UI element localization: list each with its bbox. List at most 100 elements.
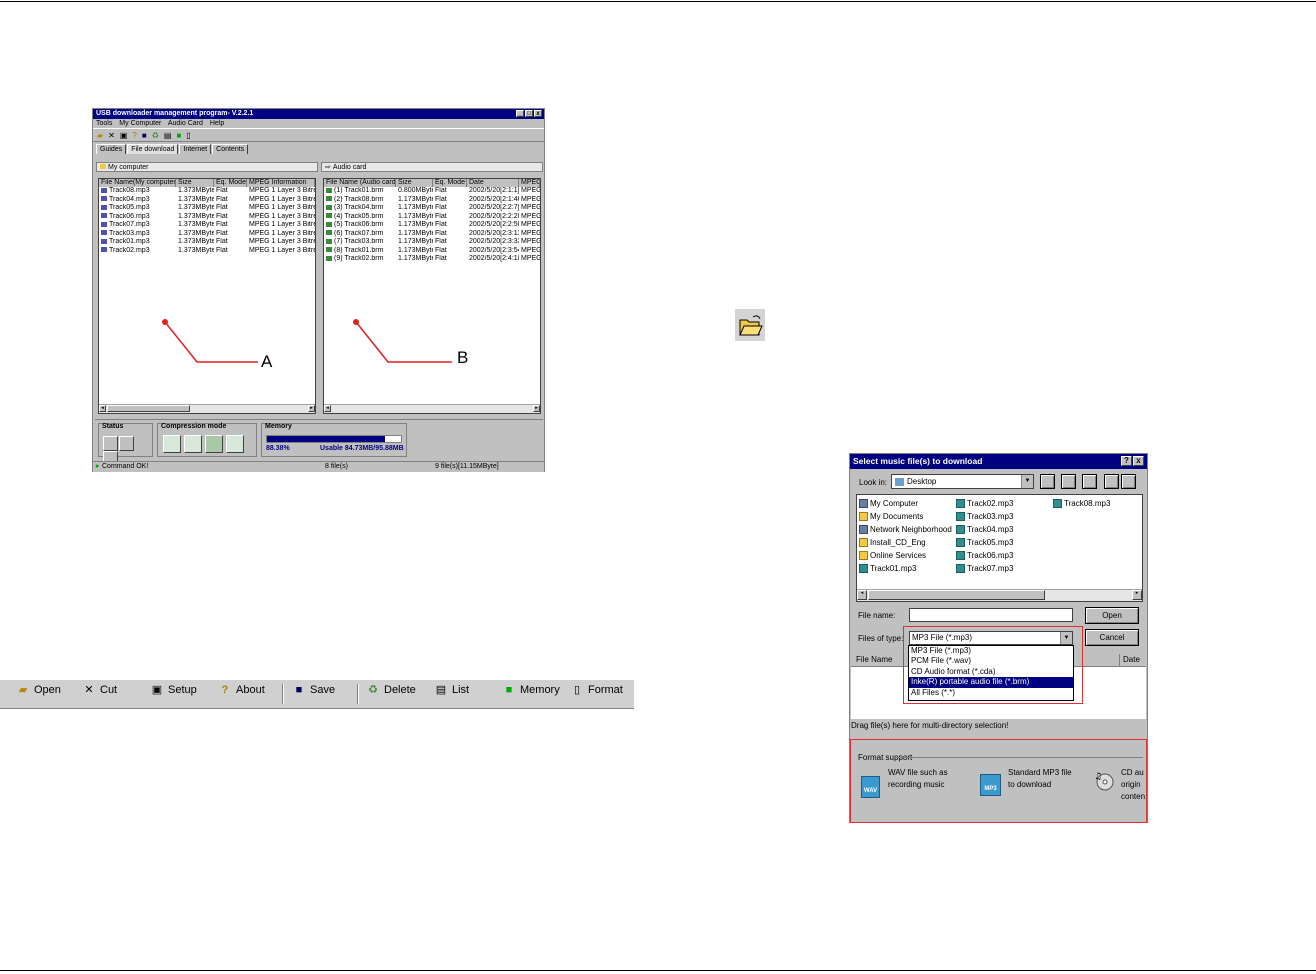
help-button[interactable]: ? <box>1121 456 1132 466</box>
format-support-highlight-box: Format support WAV WAV file such as reco… <box>850 739 1147 823</box>
toolbar-separator <box>282 684 284 704</box>
list-item[interactable]: Track06.mp3 <box>956 550 1013 562</box>
scroll-right-button[interactable]: ▸ <box>308 405 315 412</box>
list-item[interactable]: My Documents <box>859 511 923 523</box>
toolbar-format-button[interactable]: ▯ Format <box>570 683 623 697</box>
dialog-title: Select music file(s) to download <box>853 456 983 466</box>
toolbar-memory-button[interactable]: ■ Memory <box>502 683 560 697</box>
list-item[interactable]: Network Neighborhood <box>859 524 952 536</box>
mp3-file-icon <box>956 551 965 561</box>
callout-b-label: B <box>457 348 469 367</box>
setup-icon: ▣ <box>151 684 163 696</box>
scroll-left-button[interactable]: ◂ <box>99 405 106 412</box>
format-support-divider <box>893 757 1143 758</box>
scroll-thumb[interactable] <box>868 590 1045 600</box>
list-item[interactable]: Online Services <box>859 550 926 562</box>
right-scrollbar[interactable]: ◂ ▸ <box>324 404 540 413</box>
look-in-label: Look in: <box>859 478 888 487</box>
list-item[interactable]: Track03.mp3 <box>956 511 1013 523</box>
scroll-right-button[interactable]: ▸ <box>533 405 540 412</box>
transfer-icon[interactable] <box>119 436 134 451</box>
toolbar-cut-button[interactable]: ✕ Cut <box>82 683 117 697</box>
delete-icon: ♻ <box>368 684 378 696</box>
mp3-file-icon <box>956 564 965 574</box>
toolbar-delete-button[interactable]: ♻ Delete <box>366 683 416 697</box>
compression-group: Compression mode <box>157 423 257 457</box>
memory-percent: 88.38% <box>266 445 290 452</box>
compression-mode-2-button[interactable] <box>184 435 202 453</box>
mp3-file-icon <box>1053 499 1062 509</box>
format-mp3-text-1: Standard MP3 file <box>1008 768 1072 777</box>
col-header-file-name[interactable]: File Name <box>856 654 892 666</box>
up-folder-button[interactable] <box>1040 474 1055 489</box>
toolbar-separator <box>357 684 359 704</box>
list-item[interactable]: Track05.mp3 <box>956 537 1013 549</box>
close-button[interactable]: x <box>1133 456 1144 466</box>
scroll-left-button[interactable]: ◂ <box>324 405 331 412</box>
status-label: Status <box>102 423 124 430</box>
format-cd-text-1: CD au <box>1121 768 1144 777</box>
wav-icon: WAV <box>861 776 880 798</box>
list-view-button[interactable] <box>1104 474 1119 489</box>
browser-scrollbar[interactable]: ◂ ▸ <box>857 589 1142 601</box>
dialog-file-browser[interactable]: My Computer My Documents Network Neighborh… <box>856 494 1143 602</box>
open-folder-icon <box>735 309 765 341</box>
floppy-icon: ■ <box>295 684 303 696</box>
compression-mode-4-button[interactable] <box>226 435 244 453</box>
desktop-button[interactable] <box>1082 474 1097 489</box>
compression-label: Compression mode <box>161 423 227 430</box>
mp3-file-icon <box>956 499 965 509</box>
folder-icon <box>859 512 868 522</box>
list-item[interactable]: My Computer <box>859 498 918 510</box>
toolbar-about-button[interactable]: ? About <box>218 683 265 697</box>
statusbar-command: Command OK! <box>102 463 149 470</box>
left-scrollbar[interactable]: ◂ ▸ <box>99 404 315 413</box>
scroll-right-button[interactable]: ▸ <box>1132 590 1142 600</box>
callout-a-label: A <box>261 352 273 371</box>
new-folder-button[interactable] <box>1061 474 1076 489</box>
open-button[interactable]: Open <box>1085 607 1139 624</box>
details-view-button[interactable] <box>1121 474 1136 489</box>
scroll-left-button[interactable]: ◂ <box>857 590 867 600</box>
list-item[interactable]: Track01.mp3 <box>859 563 916 575</box>
callout-b-line <box>355 321 452 363</box>
memory-icon: ■ <box>505 684 513 696</box>
scroll-thumb[interactable] <box>107 405 190 412</box>
col-header-date[interactable]: Date <box>1119 654 1140 666</box>
dialog-titlebar: Select music file(s) to download ? x <box>850 454 1147 469</box>
toolbar-save-button[interactable]: ■ Save <box>292 683 335 697</box>
compression-mode-1-button[interactable] <box>163 435 181 453</box>
list-icon: ▤ <box>435 684 447 696</box>
list-item[interactable]: Install_CD_Eng <box>859 537 926 549</box>
mp3-icon: MP3 <box>980 774 1001 796</box>
list-item[interactable]: Track02.mp3 <box>956 498 1013 510</box>
format-cd-text-2: origin <box>1121 780 1141 789</box>
memory-bar <box>266 435 402 443</box>
format-wav-text-2: recording music <box>888 780 945 789</box>
toolbar-setup-button[interactable]: ▣ Setup <box>150 683 197 697</box>
cut-icon: ✕ <box>84 684 94 696</box>
cancel-button[interactable]: Cancel <box>1085 629 1139 646</box>
statusbar-right-count: 9 file(s)[11.15MByte] <box>435 463 499 470</box>
compression-mode-3-button[interactable] <box>205 435 223 453</box>
open-folder-icon: ▰ <box>18 684 28 696</box>
look-in-select[interactable]: Desktop ▼ <box>891 474 1034 489</box>
list-item[interactable]: Track08.mp3 <box>1053 498 1110 510</box>
drive-icon[interactable] <box>103 436 118 451</box>
status-ok-icon: ● <box>95 463 100 470</box>
desktop-icon <box>895 477 904 486</box>
memory-label: Memory <box>265 423 292 430</box>
main-statusbar: ● Command OK! 8 file(s) 9 file(s)[11.15M… <box>93 461 544 472</box>
callout-overlay <box>162 319 452 363</box>
list-item[interactable]: Track07.mp3 <box>956 563 1013 575</box>
toolbar-open-button[interactable]: ▰ Open <box>16 683 61 697</box>
network-icon <box>859 525 868 535</box>
select-music-dialog: Select music file(s) to download ? x Look… <box>849 453 1148 823</box>
status-group: Status <box>98 423 153 466</box>
statusbar-left-count: 8 file(s) <box>325 463 348 470</box>
file-name-input[interactable] <box>909 608 1073 622</box>
toolbar-list-button[interactable]: ▤ List <box>434 683 469 697</box>
chevron-down-icon[interactable]: ▼ <box>1021 475 1033 488</box>
list-item[interactable]: Track04.mp3 <box>956 524 1013 536</box>
drag-hint: Drag file(s) here for multi-directory se… <box>851 721 1009 730</box>
